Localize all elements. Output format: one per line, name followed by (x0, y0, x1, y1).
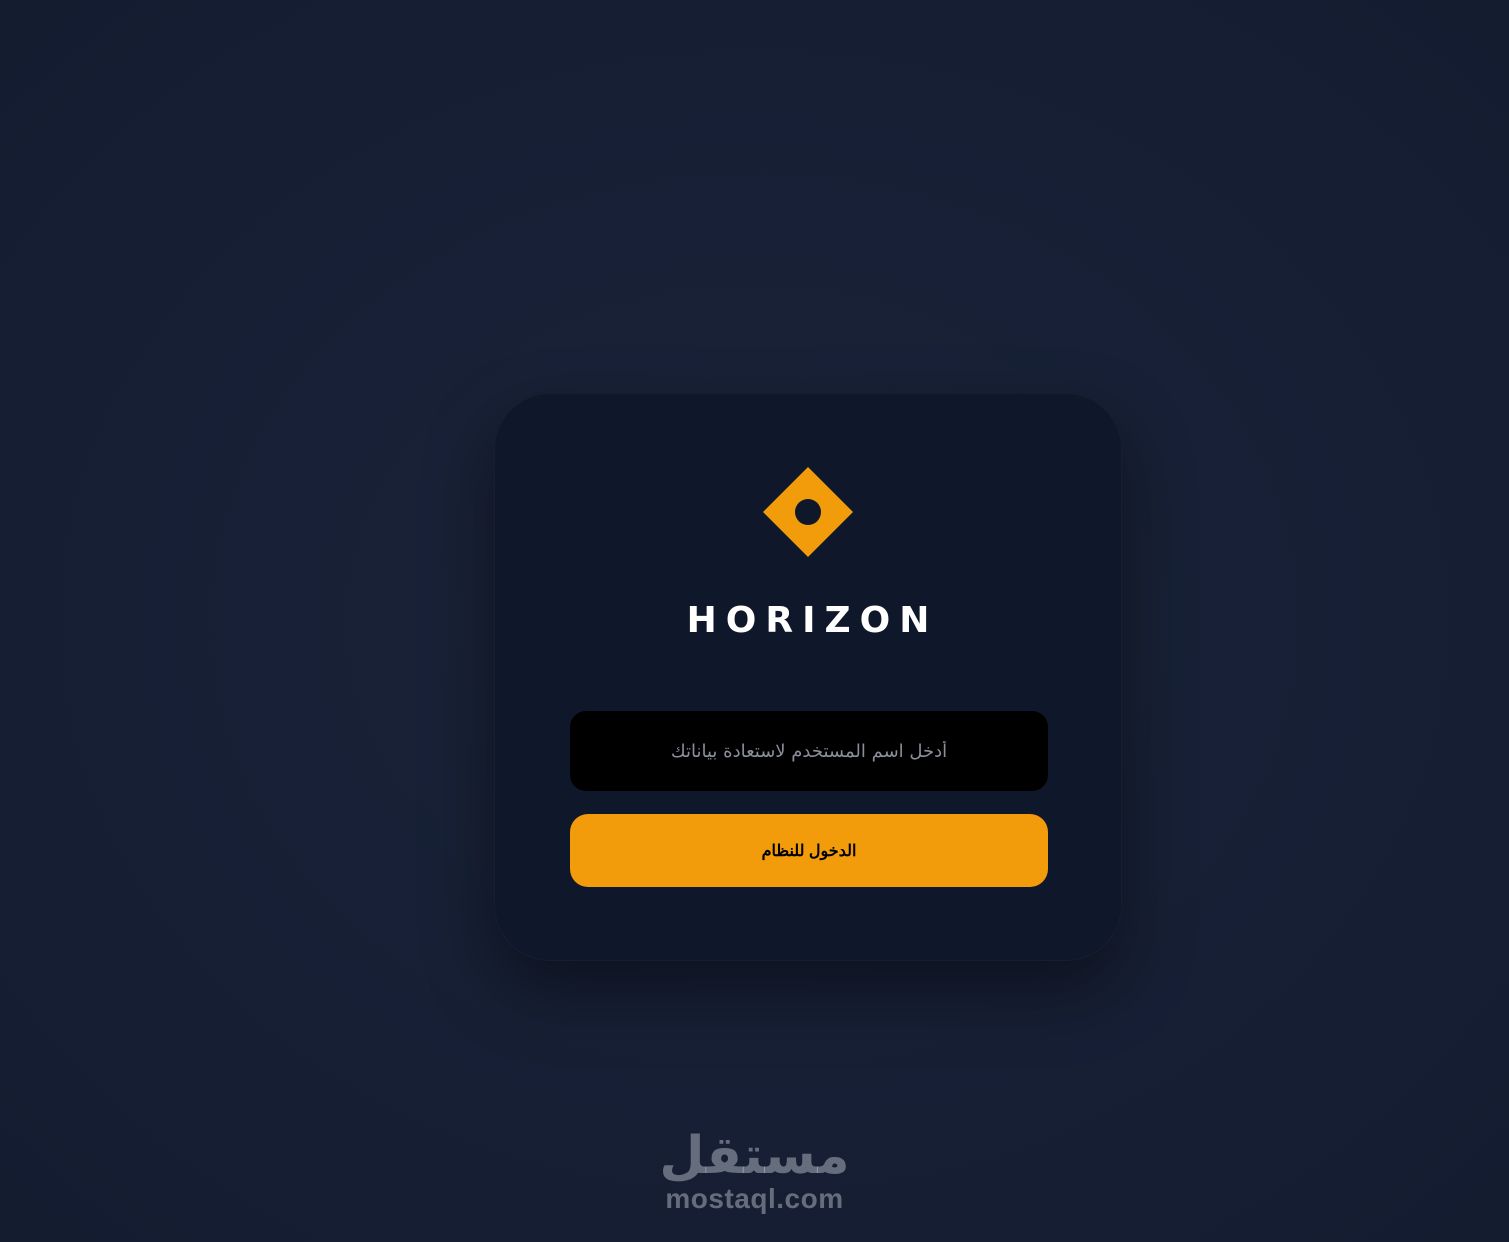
watermark-arabic: مستقل (659, 1126, 850, 1186)
login-card: HORIZON الدخول للنظام (494, 393, 1122, 961)
brand-name: HORIZON (686, 600, 939, 641)
username-input[interactable] (570, 711, 1048, 791)
watermark-latin: mostaql.com (665, 1183, 844, 1214)
diamond-logo-icon (763, 467, 853, 557)
mostaql-watermark: مستقل mostaql.com (0, 1128, 1509, 1214)
login-button[interactable]: الدخول للنظام (570, 814, 1048, 887)
